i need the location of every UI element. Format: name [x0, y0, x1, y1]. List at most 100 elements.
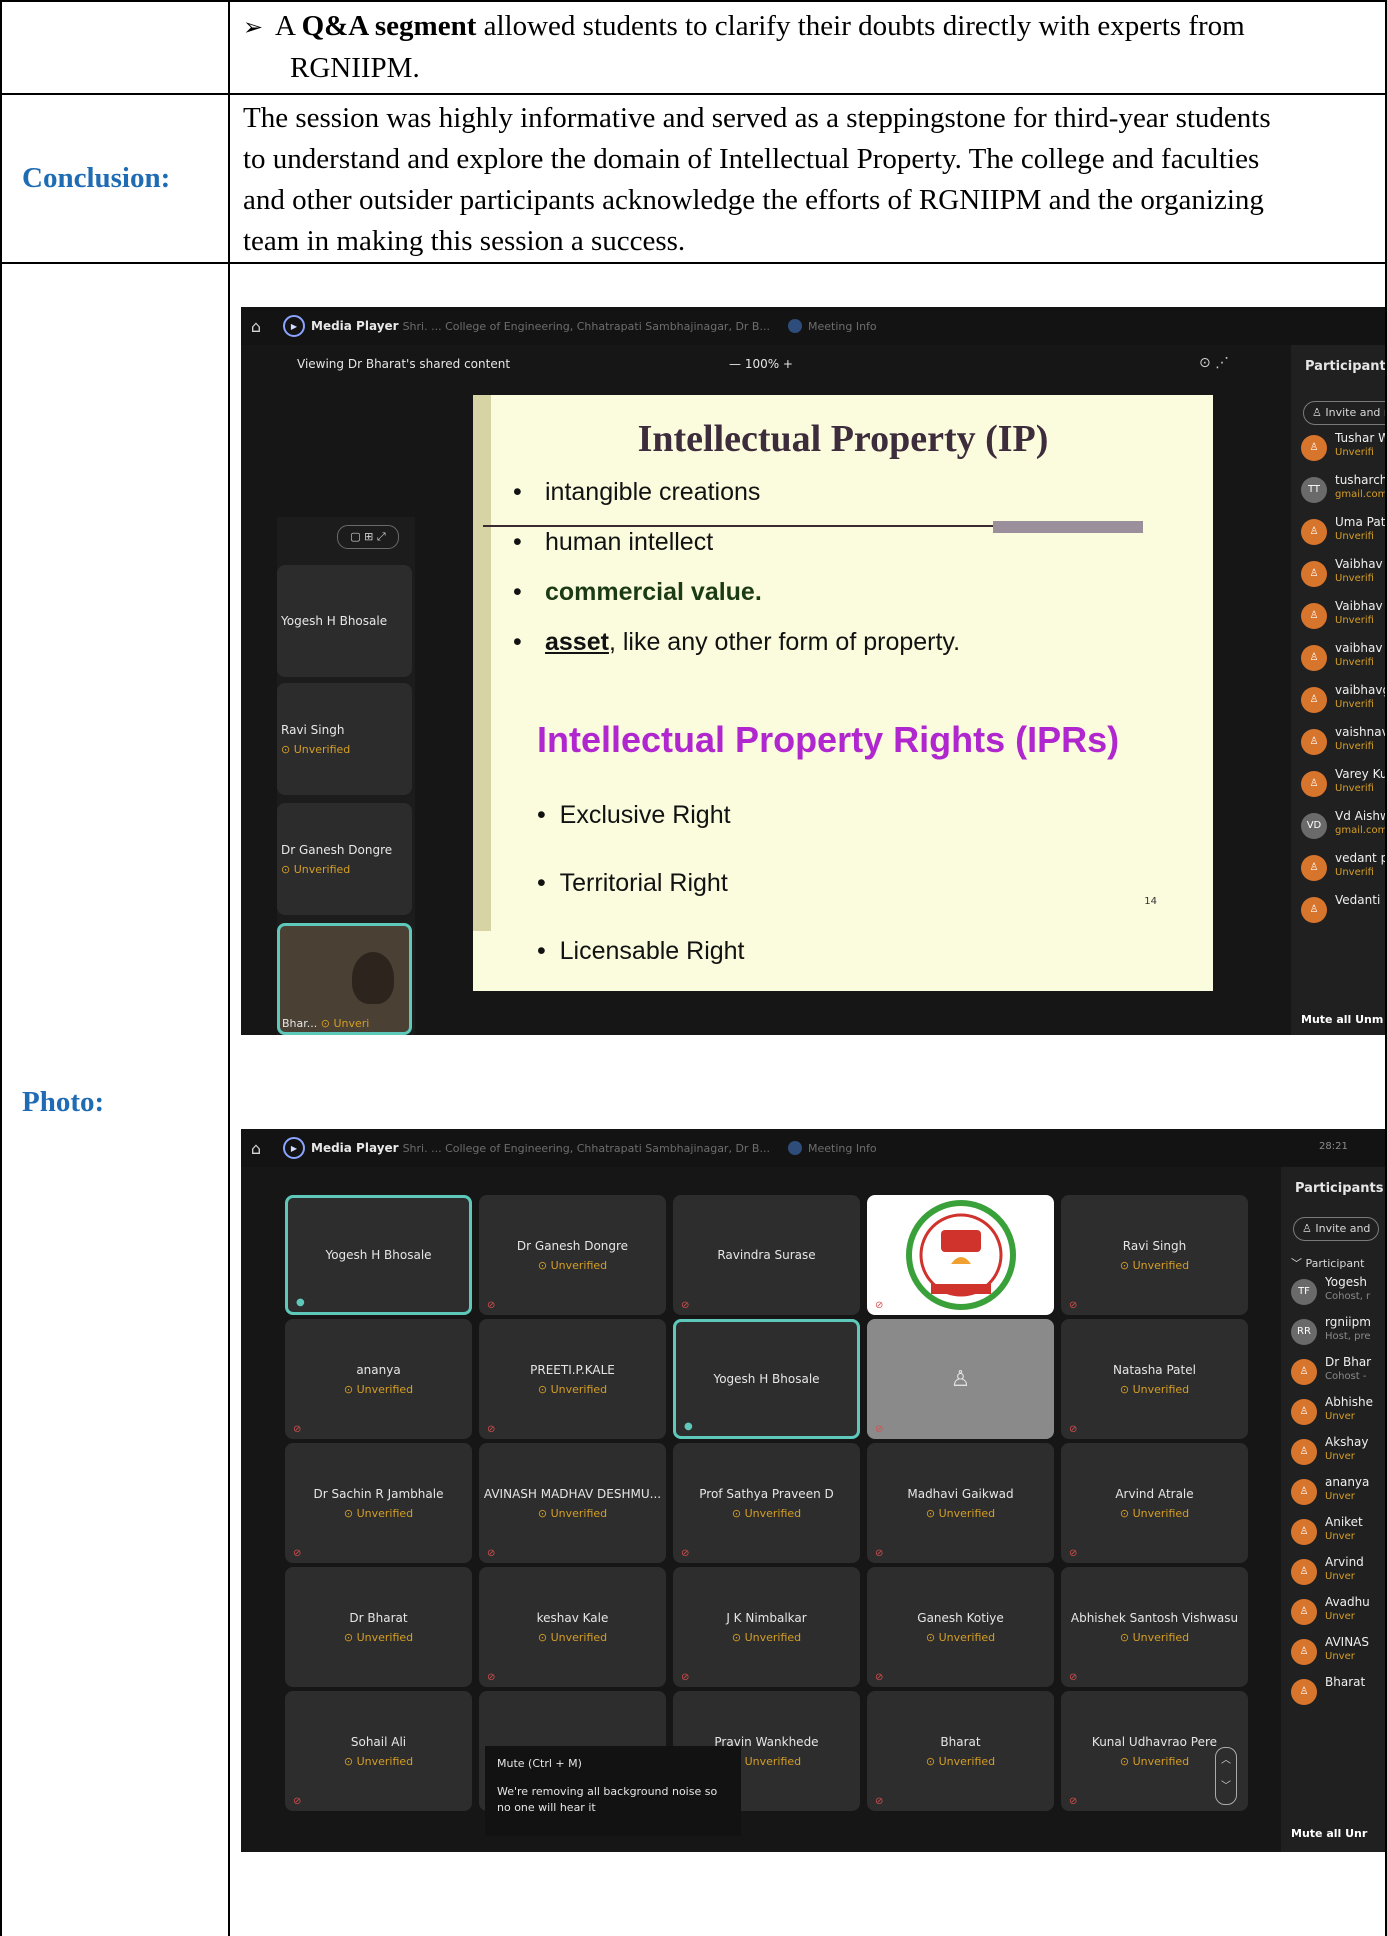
slide-bullet: human intellect: [545, 528, 714, 556]
page-scroll-control[interactable]: ︿ ﹀: [1215, 1747, 1237, 1805]
unverified-badge: ⊙ Unverified: [343, 1754, 414, 1768]
avatar: VD: [1301, 813, 1327, 839]
participant-item[interactable]: ♙ Abhishe Unver: [1291, 1393, 1385, 1431]
video-tile[interactable]: Yogesh H Bhosale: [277, 565, 412, 677]
user-avatar-icon: ♙: [1291, 1399, 1317, 1425]
video-tile[interactable]: Ravindra Surase ⊘: [673, 1195, 860, 1315]
invite-button[interactable]: ♙ Invite and r: [1303, 401, 1385, 425]
video-tile-name: Yogesh H Bhosale: [713, 1372, 820, 1386]
participant-item[interactable]: ♙ Avadhu Unver: [1291, 1593, 1385, 1631]
video-tile[interactable]: Bharat ⊙ Unverified ⊘: [867, 1691, 1054, 1811]
video-tile[interactable]: Abhishek Santosh Vishwasu ⊙ Unverified ⊘: [1061, 1567, 1248, 1687]
video-tile-name: Madhavi Gaikwad: [907, 1486, 1014, 1501]
video-tile-name: J K Nimbalkar: [726, 1610, 807, 1625]
video-tile[interactable]: ananya ⊙ Unverified ⊘: [285, 1319, 472, 1439]
video-tile[interactable]: keshav Kale ⊙ Unverified ⊘: [479, 1567, 666, 1687]
participant-item[interactable]: ♙ vaibhav Unverifi: [1301, 639, 1385, 677]
video-tile-name: Ganesh Kotiye: [917, 1610, 1004, 1625]
participant-item[interactable]: TF Yogesh Cohost, r: [1291, 1273, 1385, 1311]
video-tile[interactable]: Ravi Singh ⊙ Unverified: [277, 683, 412, 795]
participants-section-header[interactable]: ﹀ Participant: [1291, 1255, 1364, 1271]
video-tile[interactable]: Prof Sathya Praveen D ⊙ Unverified ⊘: [673, 1443, 860, 1563]
table-border-left: [0, 0, 2, 1936]
video-tile[interactable]: Sohail Ali ⊙ Unverified ⊘: [285, 1691, 472, 1811]
video-tile[interactable]: ♙ ⊘: [867, 1319, 1054, 1439]
video-tile[interactable]: Dr Ganesh Dongre ⊙ Unverified: [277, 803, 412, 915]
participants-title: Participants: [1305, 359, 1385, 374]
video-tile[interactable]: Ganesh Kotiye ⊙ Unverified ⊘: [867, 1567, 1054, 1687]
video-tile-name: Ravi Singh: [1122, 1238, 1187, 1253]
participant-item[interactable]: RR rgniipm Host, pre: [1291, 1313, 1385, 1351]
unverified-badge: ⊙ Unverified: [281, 742, 351, 756]
slide-title: Intellectual Property (IP): [637, 418, 1049, 460]
video-tile-name: Sohail Ali: [350, 1734, 407, 1749]
mute-all-button[interactable]: Mute all Unr: [1291, 1827, 1367, 1840]
user-avatar-icon: ♙: [1301, 561, 1327, 587]
zoom-control[interactable]: — 100% +: [729, 357, 793, 371]
participant-item[interactable]: ♙ Akshay Unver: [1291, 1433, 1385, 1471]
video-tile-name: Dr Bharat: [349, 1610, 408, 1625]
participant-item[interactable]: ♙ Arvind Unver: [1291, 1553, 1385, 1591]
participant-item[interactable]: ♙ ananya Unver: [1291, 1473, 1385, 1511]
participant-item[interactable]: ♙ Uma Pat Unverifi: [1301, 513, 1385, 551]
table-column-divider: [228, 0, 230, 1936]
video-tile-name: Natasha Patel: [1113, 1362, 1196, 1377]
video-tile[interactable]: ⊘: [867, 1195, 1054, 1315]
participant-item[interactable]: ♙ vedant p Unverifi: [1301, 849, 1385, 887]
video-tile-name: Dr Ganesh Dongre: [516, 1238, 629, 1253]
participant-item[interactable]: ♙ Vedanti: [1301, 891, 1385, 929]
unverified-badge: ⊙ Unverified: [537, 1630, 608, 1644]
layout-toggle[interactable]: ▢ ⊞ ⤢: [337, 525, 399, 549]
video-tile[interactable]: Dr Ganesh Dongre ⊙ Unverified ⊘: [479, 1195, 666, 1315]
slide-bullet-underlined: asset: [545, 628, 609, 656]
participant-item[interactable]: ♙ Dr Bhar Cohost -: [1291, 1353, 1385, 1391]
user-avatar-icon: ♙: [1301, 645, 1327, 671]
video-tile[interactable]: Natasha Patel ⊙ Unverified ⊘: [1061, 1319, 1248, 1439]
meeting-info-link[interactable]: Meeting Info: [808, 320, 877, 333]
video-tile[interactable]: Ravi Singh ⊙ Unverified ⊘: [1061, 1195, 1248, 1315]
table-border-top: [0, 0, 1387, 2]
video-tile[interactable]: J K Nimbalkar ⊙ Unverified ⊘: [673, 1567, 860, 1687]
conclusion-line: to understand and explore the domain of …: [243, 143, 1260, 175]
video-tile-name: PREETI.P.KALE: [530, 1362, 615, 1377]
video-tile[interactable]: AVINASH MADHAV DESHMU... ⊙ Unverified ⊘: [479, 1443, 666, 1563]
participant-item[interactable]: ♙ Vaibhav Unverifi: [1301, 555, 1385, 593]
user-avatar-icon: ♙: [1301, 897, 1327, 923]
participant-item[interactable]: ♙ Vaibhav Unverifi: [1301, 597, 1385, 635]
participant-item[interactable]: ♙ Bharat: [1291, 1673, 1385, 1711]
muted-mic-icon: ⊘: [1069, 1672, 1078, 1683]
video-tile-name: Bhar... ⊙ Unveri: [282, 1017, 370, 1030]
rights-item: Exclusive Right: [559, 801, 731, 829]
muted-mic-icon: ⊘: [293, 1548, 302, 1559]
video-tile[interactable]: Dr Bharat ⊙ Unverified: [285, 1567, 472, 1687]
participant-item[interactable]: TT tusharch gmail.com: [1301, 471, 1385, 509]
slide-divider-accent: [993, 521, 1143, 533]
user-avatar-icon: ♙: [1291, 1479, 1317, 1505]
participant-item[interactable]: ♙ Varey Ku Unverifi: [1301, 765, 1385, 803]
table-row-divider: [0, 93, 1387, 95]
participant-item[interactable]: ♙ AVINAS Unver: [1291, 1633, 1385, 1671]
meeting-info-link[interactable]: Meeting Info: [808, 1142, 877, 1155]
video-tile[interactable]: Yogesh H Bhosale ●: [285, 1195, 472, 1315]
video-tile[interactable]: Arvind Atrale ⊙ Unverified ⊘: [1061, 1443, 1248, 1563]
home-icon[interactable]: ⌂: [241, 317, 271, 336]
invite-button[interactable]: ♙ Invite and: [1293, 1217, 1380, 1241]
share-options-icon[interactable]: ⊙ ⋰: [1199, 355, 1229, 371]
participant-item[interactable]: ♙ Tushar W Unverifi: [1301, 429, 1385, 467]
app-name: Media Player: [311, 1141, 399, 1155]
video-tile[interactable]: Yogesh H Bhosale ●: [673, 1319, 860, 1439]
video-tile[interactable]: Madhavi Gaikwad ⊙ Unverified ⊘: [867, 1443, 1054, 1563]
unverified-badge: ⊙ Unverified: [1119, 1630, 1190, 1644]
participant-item[interactable]: VD Vd Aishw gmail.com: [1301, 807, 1385, 845]
home-icon[interactable]: ⌂: [241, 1139, 271, 1158]
video-tile-name: Ravindra Surase: [717, 1248, 816, 1262]
participant-item[interactable]: ♙ vaishnav Unverifi: [1301, 723, 1385, 761]
participant-item[interactable]: ♙ vaibhavg Unverifi: [1301, 681, 1385, 719]
mute-all-button[interactable]: Mute all Unm: [1301, 1013, 1383, 1026]
avatar: TT: [1301, 477, 1327, 503]
participant-item[interactable]: ♙ Aniket Unver: [1291, 1513, 1385, 1551]
video-tile[interactable]: Dr Sachin R Jambhale ⊙ Unverified ⊘: [285, 1443, 472, 1563]
camera-video-tile[interactable]: Bhar... ⊙ Unveri: [277, 923, 412, 1035]
arrow-bullet-icon: ➢: [243, 13, 264, 41]
video-tile[interactable]: PREETI.P.KALE ⊙ Unverified ⊘: [479, 1319, 666, 1439]
